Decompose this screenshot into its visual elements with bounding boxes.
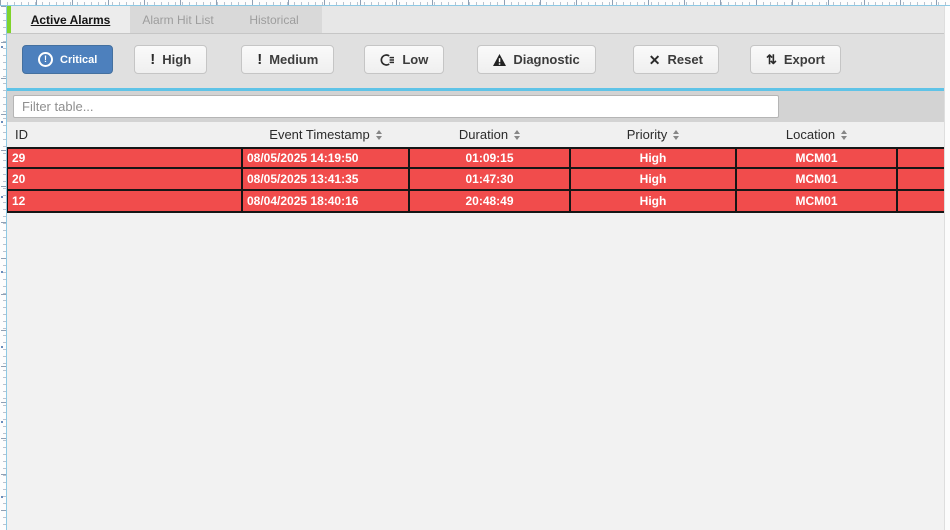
cell-priority: High bbox=[571, 149, 737, 167]
button-label: Low bbox=[402, 52, 428, 67]
exclamation-icon: ! bbox=[257, 52, 262, 67]
column-header-extra bbox=[897, 122, 944, 147]
critical-filter-button[interactable]: ! Critical bbox=[22, 45, 113, 74]
cell-id: 29 bbox=[8, 149, 243, 167]
cell-duration: 20:48:49 bbox=[410, 191, 571, 211]
tab-label: Historical bbox=[249, 13, 298, 27]
tab-historical[interactable]: Historical bbox=[226, 6, 322, 33]
tab-bar: Active Alarms Alarm Hit List Historical bbox=[7, 6, 944, 33]
column-header-priority[interactable]: Priority bbox=[570, 122, 736, 147]
sort-icon[interactable] bbox=[673, 130, 679, 140]
filter-table-input[interactable] bbox=[13, 95, 779, 118]
button-label: High bbox=[162, 52, 191, 67]
filter-row bbox=[7, 91, 944, 122]
table-header: ID Event Timestamp Duration Priority Loc… bbox=[7, 122, 944, 147]
cell-id: 12 bbox=[8, 191, 243, 211]
toolbar: ! Critical ! High ! Medium bbox=[7, 33, 944, 88]
cell-timestamp: 08/05/2025 13:41:35 bbox=[243, 169, 410, 189]
alarm-panel: Active Alarms Alarm Hit List Historical … bbox=[7, 6, 944, 530]
exclamation-icon: ! bbox=[150, 52, 155, 67]
tab-alarm-hit-list[interactable]: Alarm Hit List bbox=[130, 6, 226, 33]
cell-duration: 01:09:15 bbox=[410, 149, 571, 167]
sort-icon[interactable] bbox=[841, 130, 847, 140]
cell-timestamp: 08/05/2025 14:19:50 bbox=[243, 149, 410, 167]
alarm-row[interactable]: 12 08/04/2025 18:40:16 20:48:49 High MCM… bbox=[7, 191, 944, 213]
reset-button[interactable]: ✕ Reset bbox=[633, 45, 719, 74]
cell-extra bbox=[898, 169, 944, 189]
button-label: Critical bbox=[60, 54, 97, 66]
sort-icon[interactable] bbox=[376, 130, 382, 140]
cell-extra bbox=[898, 191, 944, 211]
medium-filter-button[interactable]: ! Medium bbox=[241, 45, 334, 74]
cell-location: MCM01 bbox=[737, 191, 898, 211]
column-header-event-timestamp[interactable]: Event Timestamp bbox=[242, 122, 409, 147]
cell-location: MCM01 bbox=[737, 149, 898, 167]
cell-priority: High bbox=[571, 169, 737, 189]
tab-strip: Active Alarms Alarm Hit List Historical bbox=[11, 6, 322, 33]
cell-duration: 01:47:30 bbox=[410, 169, 571, 189]
screen: Active Alarms Alarm Hit List Historical … bbox=[0, 0, 950, 530]
sort-icon[interactable] bbox=[514, 130, 520, 140]
column-header-id: ID bbox=[7, 122, 242, 147]
export-button[interactable]: ⇅ Export bbox=[750, 45, 841, 74]
column-header-duration[interactable]: Duration bbox=[409, 122, 570, 147]
cell-extra bbox=[898, 149, 944, 167]
warning-triangle-icon bbox=[493, 54, 506, 66]
cell-location: MCM01 bbox=[737, 169, 898, 189]
high-filter-button[interactable]: ! High bbox=[134, 45, 207, 74]
tab-active-alarms[interactable]: Active Alarms bbox=[11, 6, 130, 33]
low-filter-button[interactable]: Low bbox=[364, 45, 444, 74]
vertical-ruler bbox=[0, 6, 7, 530]
up-down-arrows-icon: ⇅ bbox=[766, 53, 777, 66]
empty-table-area bbox=[7, 213, 944, 530]
tab-label: Active Alarms bbox=[31, 13, 111, 27]
circle-exclamation-icon: ! bbox=[38, 52, 53, 67]
alarm-row[interactable]: 20 08/05/2025 13:41:35 01:47:30 High MCM… bbox=[7, 169, 944, 191]
diagnostic-filter-button[interactable]: Diagnostic bbox=[477, 45, 595, 74]
cell-id: 20 bbox=[8, 169, 243, 189]
filter-list-icon bbox=[380, 53, 395, 67]
button-label: Export bbox=[784, 52, 825, 67]
close-icon: ✕ bbox=[649, 53, 661, 67]
button-label: Diagnostic bbox=[513, 52, 579, 67]
cell-timestamp: 08/04/2025 18:40:16 bbox=[243, 191, 410, 211]
cell-priority: High bbox=[571, 191, 737, 211]
alarm-row[interactable]: 29 08/05/2025 14:19:50 01:09:15 High MCM… bbox=[7, 147, 944, 169]
button-label: Reset bbox=[668, 52, 703, 67]
right-scrollbar-track[interactable] bbox=[944, 6, 950, 530]
button-label: Medium bbox=[269, 52, 318, 67]
tab-label: Alarm Hit List bbox=[142, 13, 213, 27]
column-header-location[interactable]: Location bbox=[736, 122, 897, 147]
